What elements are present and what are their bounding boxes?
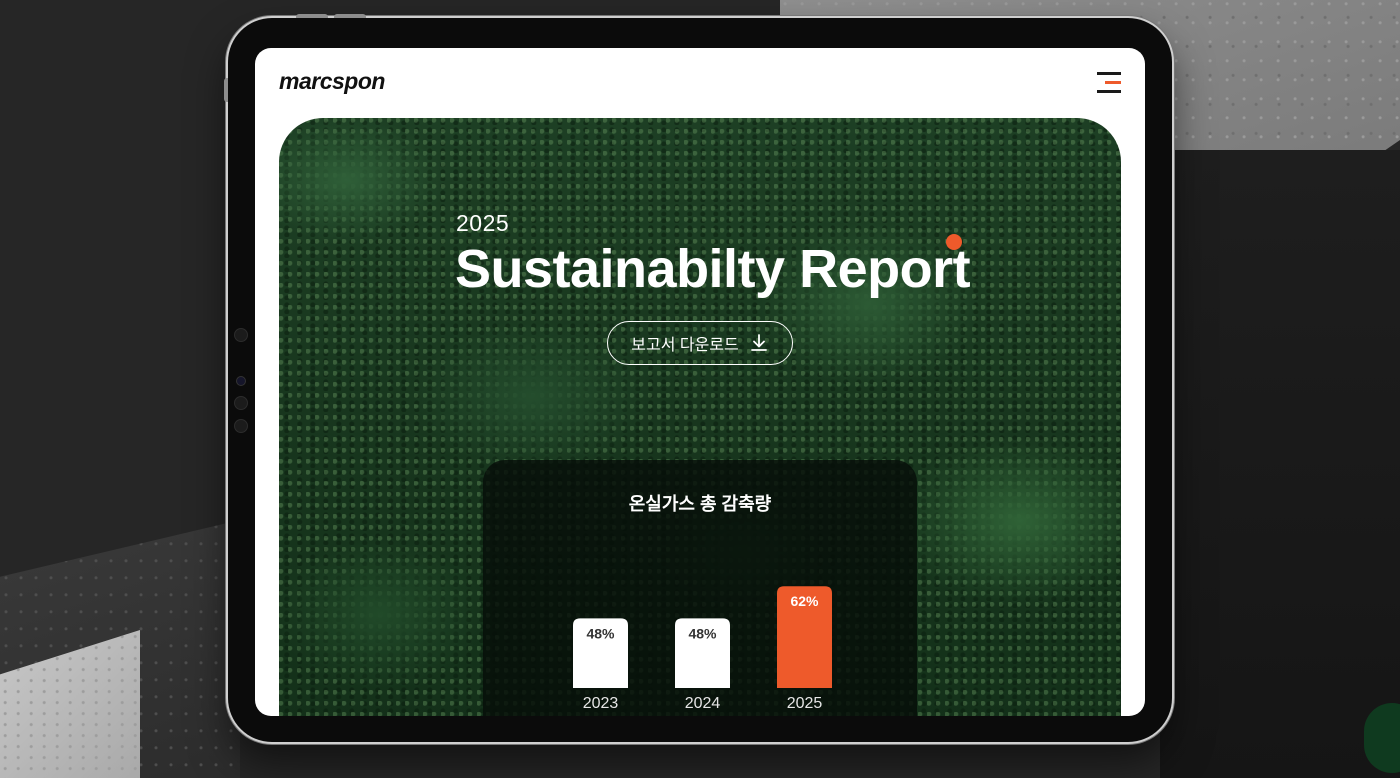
- background-shadow: [1160, 150, 1400, 778]
- tablet-top-button: [296, 14, 328, 18]
- tablet-sensor: [234, 396, 248, 410]
- tablet-camera: [236, 376, 246, 386]
- hero-banner: 2025 Sustainabilty Report 보고서 다운로드 온실가스 …: [279, 118, 1121, 716]
- chart-category-label: 2024: [685, 695, 721, 712]
- emissions-chart-card: 온실가스 총 감축량 48% 2023 48% 2024 62% 2025: [483, 460, 917, 716]
- menu-line-bottom: [1097, 90, 1121, 93]
- chart-value-label: 48%: [688, 625, 717, 641]
- tablet-device: marcspon 2025 Sustainabilty Report 보고서 다…: [224, 14, 1172, 742]
- menu-line-top: [1097, 72, 1121, 75]
- report-year: 2025: [456, 210, 510, 236]
- chart-category-label: 2023: [583, 695, 619, 712]
- chart-value-label: 62%: [790, 593, 819, 609]
- brand-logo[interactable]: marcspon: [279, 68, 385, 95]
- corner-widget: [1364, 703, 1400, 773]
- tablet-side-button: [224, 78, 228, 102]
- page-title: Sustainabilty Report: [455, 239, 971, 299]
- tablet-top-button: [334, 14, 366, 18]
- bar-chart: 48% 2023 48% 2024 62% 2025: [573, 586, 832, 712]
- chart-value-label: 48%: [586, 625, 615, 641]
- download-arrow-icon: [750, 334, 767, 351]
- tablet-screen: marcspon 2025 Sustainabilty Report 보고서 다…: [255, 48, 1145, 716]
- tablet-sensor: [234, 328, 248, 342]
- accent-dot: [946, 234, 962, 250]
- download-report-button[interactable]: 보고서 다운로드: [607, 321, 793, 365]
- menu-line-middle: [1105, 81, 1121, 84]
- hamburger-menu-icon[interactable]: [1097, 72, 1121, 94]
- tablet-sensor: [234, 419, 248, 433]
- chart-category-label: 2025: [787, 695, 823, 712]
- download-button-label: 보고서 다운로드: [631, 337, 739, 354]
